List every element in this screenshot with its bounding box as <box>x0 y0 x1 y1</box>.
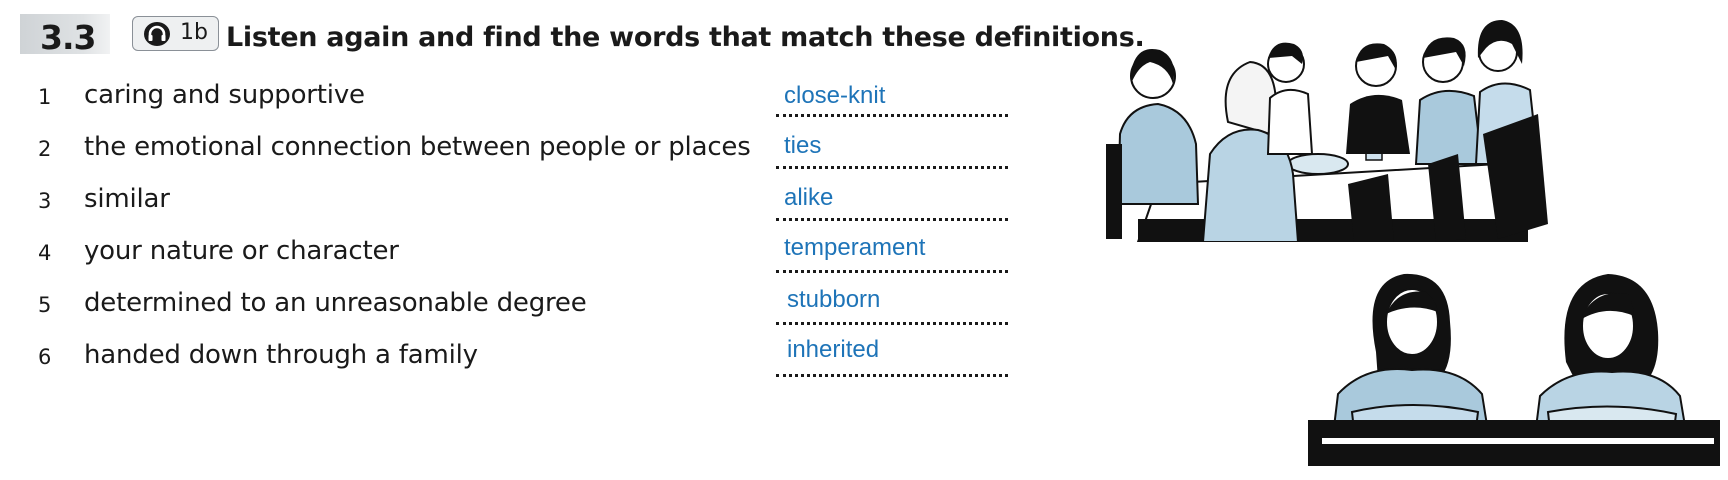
answer-text: close-knit <box>784 82 886 109</box>
answer-text: ties <box>784 132 822 159</box>
list-item: 4 your nature or character temperament <box>0 228 1008 280</box>
item-number: 2 <box>38 137 52 161</box>
item-number: 1 <box>38 85 52 109</box>
answer-line[interactable]: alike <box>776 184 1008 221</box>
answer-line[interactable]: close-knit <box>776 82 1008 117</box>
item-definition: your nature or character <box>84 236 399 266</box>
item-number: 3 <box>38 189 52 213</box>
item-definition: the emotional connection between people … <box>84 132 751 162</box>
headphones-icon <box>144 22 170 46</box>
item-definition: determined to an unreasonable degree <box>84 288 587 318</box>
answer-text: inherited <box>787 336 880 363</box>
list-item: 5 determined to an unreasonable degree s… <box>0 280 1008 332</box>
answer-line[interactable]: stubborn <box>776 286 1008 325</box>
item-number: 4 <box>38 241 52 265</box>
item-definition: caring and supportive <box>84 80 365 110</box>
answer-line[interactable]: ties <box>776 132 1008 169</box>
item-definition: similar <box>84 184 170 214</box>
exercise-number: 3.3 <box>40 18 96 57</box>
group-dinner-illustration <box>1106 20 1548 242</box>
exercise-instruction: Listen again and find the words that mat… <box>226 22 1145 53</box>
list-item: 6 handed down through a family inherited <box>0 332 1008 384</box>
item-definition: handed down through a family <box>84 340 478 370</box>
audio-track-badge[interactable]: 1b <box>132 16 219 51</box>
answer-line[interactable]: temperament <box>776 234 1008 273</box>
answer-text: stubborn <box>787 286 881 313</box>
answer-text: temperament <box>784 234 926 261</box>
list-item: 3 similar alike <box>0 176 1008 228</box>
answer-line[interactable]: inherited <box>776 336 1008 377</box>
answer-text: alike <box>784 184 834 211</box>
list-item: 2 the emotional connection between peopl… <box>0 124 1008 176</box>
audio-track-label: 1b <box>180 20 208 45</box>
list-item: 1 caring and supportive close-knit <box>0 72 1008 124</box>
item-number: 6 <box>38 345 52 369</box>
two-women-illustration <box>1308 273 1720 466</box>
item-number: 5 <box>38 293 52 317</box>
